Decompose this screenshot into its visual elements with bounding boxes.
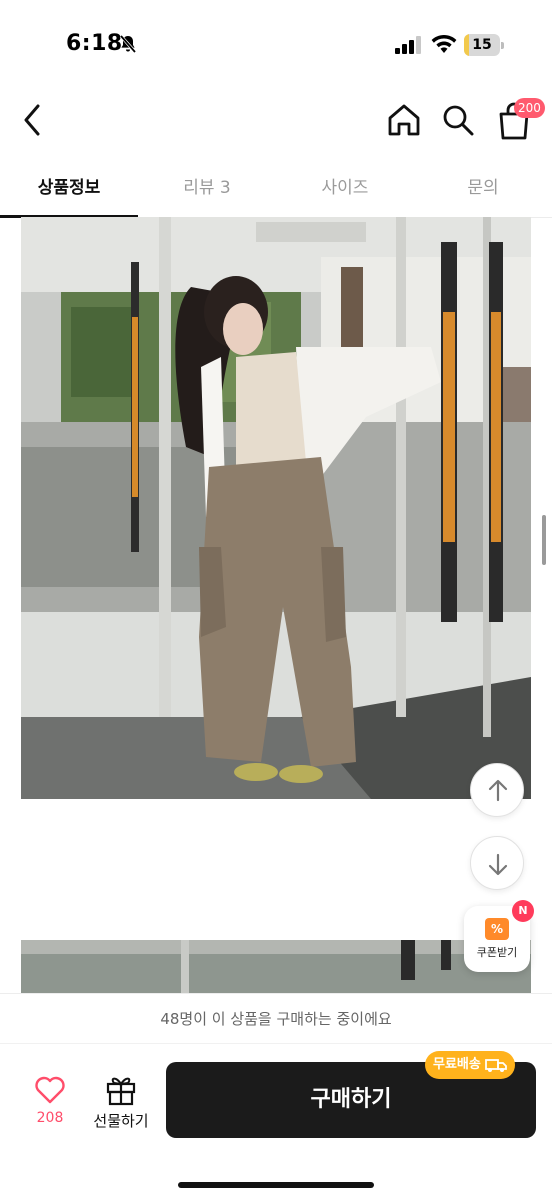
- cart-button[interactable]: 200: [492, 98, 545, 142]
- like-count: 208: [36, 1110, 64, 1126]
- product-tabs: 상품정보 리뷰 3 사이즈 문의: [0, 162, 552, 218]
- product-photo: [21, 217, 531, 799]
- product-photo-next: [21, 940, 531, 1000]
- heart-icon: [35, 1076, 65, 1104]
- home-indicator[interactable]: [178, 1182, 374, 1188]
- like-button[interactable]: 208: [22, 1072, 78, 1132]
- buyer-count-banner: 48명이 이 상품을 구매하는 중이에요: [0, 993, 552, 1043]
- gift-icon: [106, 1077, 136, 1106]
- scrollbar[interactable]: [542, 515, 546, 565]
- free-shipping-badge: 무료배송: [425, 1051, 515, 1079]
- free-shipping-label: 무료배송: [433, 1057, 481, 1072]
- scroll-bottom-button[interactable]: [470, 836, 524, 890]
- coupon-button[interactable]: % 쿠폰받기 N: [464, 900, 534, 972]
- truck-icon: [484, 1059, 507, 1072]
- new-badge: N: [512, 900, 534, 922]
- tab-product-info[interactable]: 상품정보: [0, 162, 138, 218]
- arrow-up-icon: [488, 779, 508, 802]
- wifi-icon: [431, 35, 457, 53]
- tab-size[interactable]: 사이즈: [276, 162, 414, 217]
- cellular-signal-icon: [395, 36, 421, 54]
- search-icon[interactable]: [438, 100, 478, 140]
- coupon-label: 쿠폰받기: [476, 946, 518, 959]
- coupon-icon: %: [485, 918, 509, 940]
- status-time: 6:18: [66, 31, 123, 56]
- back-icon[interactable]: [16, 100, 52, 140]
- app-header: 200: [0, 90, 552, 152]
- home-icon[interactable]: [384, 100, 424, 140]
- scroll-top-button[interactable]: [470, 763, 524, 817]
- gift-label: 선물하기: [93, 1112, 149, 1130]
- cart-count-badge: 200: [514, 98, 545, 118]
- tab-inquiry[interactable]: 문의: [414, 162, 552, 217]
- bell-off-icon: [119, 34, 137, 54]
- battery-icon: 15: [464, 34, 504, 56]
- tab-reviews[interactable]: 리뷰 3: [138, 162, 276, 217]
- battery-percent: 15: [472, 37, 492, 53]
- gift-button[interactable]: 선물하기: [88, 1072, 154, 1132]
- status-bar: 6:18 15: [0, 0, 552, 90]
- arrow-down-icon: [488, 853, 508, 876]
